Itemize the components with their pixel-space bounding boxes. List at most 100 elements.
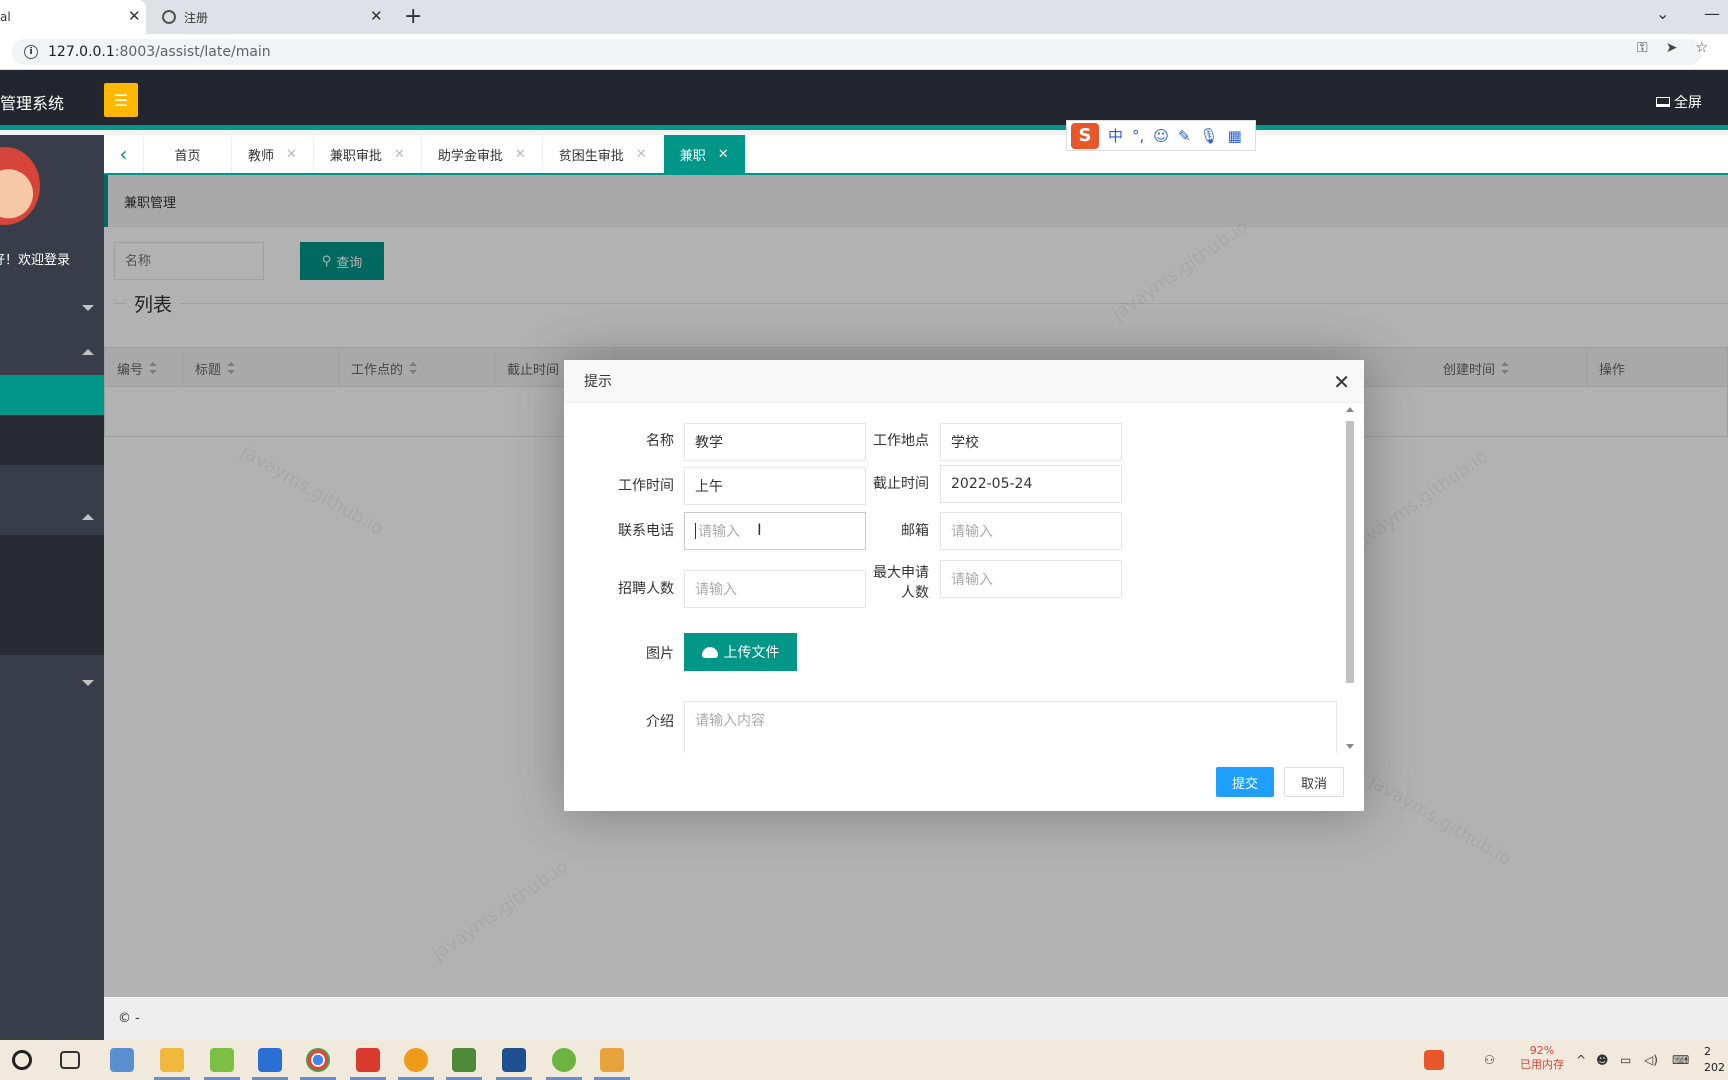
close-tab-icon[interactable]: ✕ [128,7,141,25]
star-icon[interactable]: ☆ [1695,40,1708,56]
microphone-icon[interactable]: 🎙 [1200,127,1219,145]
chevron-down-icon[interactable] [82,680,94,686]
sogou-tray-icon[interactable] [1424,1050,1444,1070]
memory-indicator[interactable]: 92% 已用内存 [1520,1044,1564,1072]
app-icon-6[interactable] [496,1048,532,1080]
tabs-prev-icon[interactable]: ‹ [104,135,144,173]
ime-mode[interactable]: 中 [1108,125,1123,146]
submit-button[interactable]: 提交 [1215,767,1274,797]
headcount-field[interactable]: 请输入 [684,570,866,608]
tab-poor-student-approval[interactable]: 贫困生审批 ✕ [543,135,664,173]
task-view-icon[interactable] [60,1051,80,1069]
close-icon[interactable]: ✕ [718,147,729,162]
app-icon-4[interactable] [398,1048,434,1080]
scroll-down-icon[interactable] [1346,744,1354,749]
wps-icon[interactable] [350,1048,386,1080]
welcome-text: 好！欢迎登录 [0,253,71,268]
browser-tab-active[interactable]: al ✕ [0,0,146,34]
system-name: 系统管理系统 [0,94,65,113]
globe-icon [162,10,176,24]
chevron-down-icon[interactable] [82,305,94,311]
chrome-icon[interactable] [300,1048,336,1080]
max-applicants-label: 最大申请人数 [873,565,929,601]
app-icon-3[interactable] [252,1048,288,1080]
scroll-thumb[interactable] [1346,421,1354,683]
app-icon-8[interactable] [594,1048,630,1080]
modal-scrollbar[interactable] [1344,407,1356,749]
close-icon[interactable]: ✕ [515,147,526,162]
url-host: 127.0.0.1 [48,44,115,60]
tray-app-icon[interactable]: ☻ [1596,1040,1609,1080]
memory-label: 已用内存 [1520,1058,1564,1071]
work-time-label: 工作时间 [618,478,674,494]
close-icon[interactable]: ✕ [286,147,297,162]
cancel-button[interactable]: 取消 [1283,767,1344,797]
tab-parttime-approval[interactable]: 兼职审批 ✕ [314,135,422,173]
chevron-up-icon[interactable] [82,349,94,355]
send-icon[interactable]: ➤ [1666,40,1678,56]
page-tabs: ‹ 首页 教师 ✕ 兼职审批 ✕ 助学金审批 ✕ 贫困生审批 ✕ 兼职 ✕ [104,135,1728,175]
sidebar-submenu[interactable] [0,415,104,465]
file-explorer-icon[interactable] [154,1048,190,1080]
url-field[interactable]: i 127.0.0.1:8003/assist/late/main [12,39,1702,65]
close-icon[interactable]: ✕ [394,147,405,162]
text-caret [695,523,696,539]
location-field[interactable]: 学校 [940,423,1122,461]
modal-footer: 提交 取消 [564,753,1364,811]
app-icon-1[interactable] [110,1048,134,1072]
tray-expand-icon[interactable]: ^ [1576,1040,1586,1080]
app-icon-2[interactable] [204,1048,240,1080]
modal-dialog: 提示 ✕ 名称 教学 工作地点 学校 工作时间 上午 截止时间 2022-05-… [564,360,1364,811]
browser-tab-register[interactable]: 注册 ✕ [162,0,383,34]
upload-button[interactable]: 上传文件 [684,633,797,671]
ime-logo[interactable]: S [1071,122,1099,149]
app-icon-5[interactable] [446,1048,482,1080]
tab-label: 兼职 [679,148,706,164]
close-tab-icon[interactable]: ✕ [370,7,383,25]
app-icon-7[interactable] [546,1048,582,1080]
intro-textarea[interactable]: 请输入内容 [684,701,1337,753]
emoji-icon[interactable]: ☺ [1153,127,1169,145]
sidebar-item-active[interactable] [0,375,104,415]
menu-toggle-button[interactable]: ☰ [104,83,138,117]
fullscreen-button[interactable]: 全屏 [1656,92,1702,112]
tab-label: 助学金审批 [437,148,503,164]
url-path: :8003/assist/late/main [114,44,271,60]
new-tab-button[interactable]: + [404,4,422,29]
avatar [0,147,40,225]
search-circle-icon[interactable] [12,1050,32,1070]
close-icon[interactable]: ✕ [636,147,647,162]
upload-label: 上传文件 [723,645,780,661]
clock[interactable]: 2 202 [1704,1044,1725,1076]
chevron-up-icon[interactable] [82,514,94,520]
sidebar-submenu[interactable] [0,535,104,655]
image-label: 图片 [646,646,674,662]
people-icon[interactable]: ⚇ [1484,1040,1495,1080]
cloud-upload-icon [701,646,718,658]
modal-title: 提示 [564,360,1364,403]
key-icon[interactable]: ⚿ [1637,40,1648,56]
tab-search-icon[interactable]: ⌄ [1656,4,1669,23]
volume-icon[interactable]: ◁) [1644,1040,1658,1080]
browser-tab-label: 注册 [184,10,209,25]
deadline-label: 截止时间 [873,476,929,492]
email-field[interactable]: 请输入 [940,512,1122,550]
tab-parttime[interactable]: 兼职 ✕ [663,135,746,173]
phone-placeholder: 请输入 [698,524,740,540]
network-icon[interactable]: ▭ [1620,1040,1631,1080]
deadline-field[interactable]: 2022-05-24 [940,465,1122,503]
keyboard-icon[interactable]: ⌨ [1672,1040,1689,1080]
scroll-up-icon[interactable] [1346,407,1354,412]
phone-label: 联系电话 [618,523,674,539]
close-icon[interactable]: ✕ [1333,370,1350,394]
tab-teacher[interactable]: 教师 ✕ [232,135,314,173]
tab-home[interactable]: 首页 [144,135,232,173]
punctuation-icon[interactable]: °, [1132,127,1144,145]
grid-icon[interactable]: ▦ [1228,127,1242,145]
tab-grant-approval[interactable]: 助学金审批 ✕ [422,135,543,173]
max-applicants-field[interactable]: 请输入 [940,560,1122,598]
pen-icon[interactable]: ✎ [1178,127,1191,145]
taskbar: ⚇ 92% 已用内存 ^ ☻ ▭ ◁) ⌨ 2 202 [0,1040,1728,1080]
minimize-icon[interactable]: — [1704,4,1720,23]
site-info-icon[interactable]: i [24,45,38,59]
